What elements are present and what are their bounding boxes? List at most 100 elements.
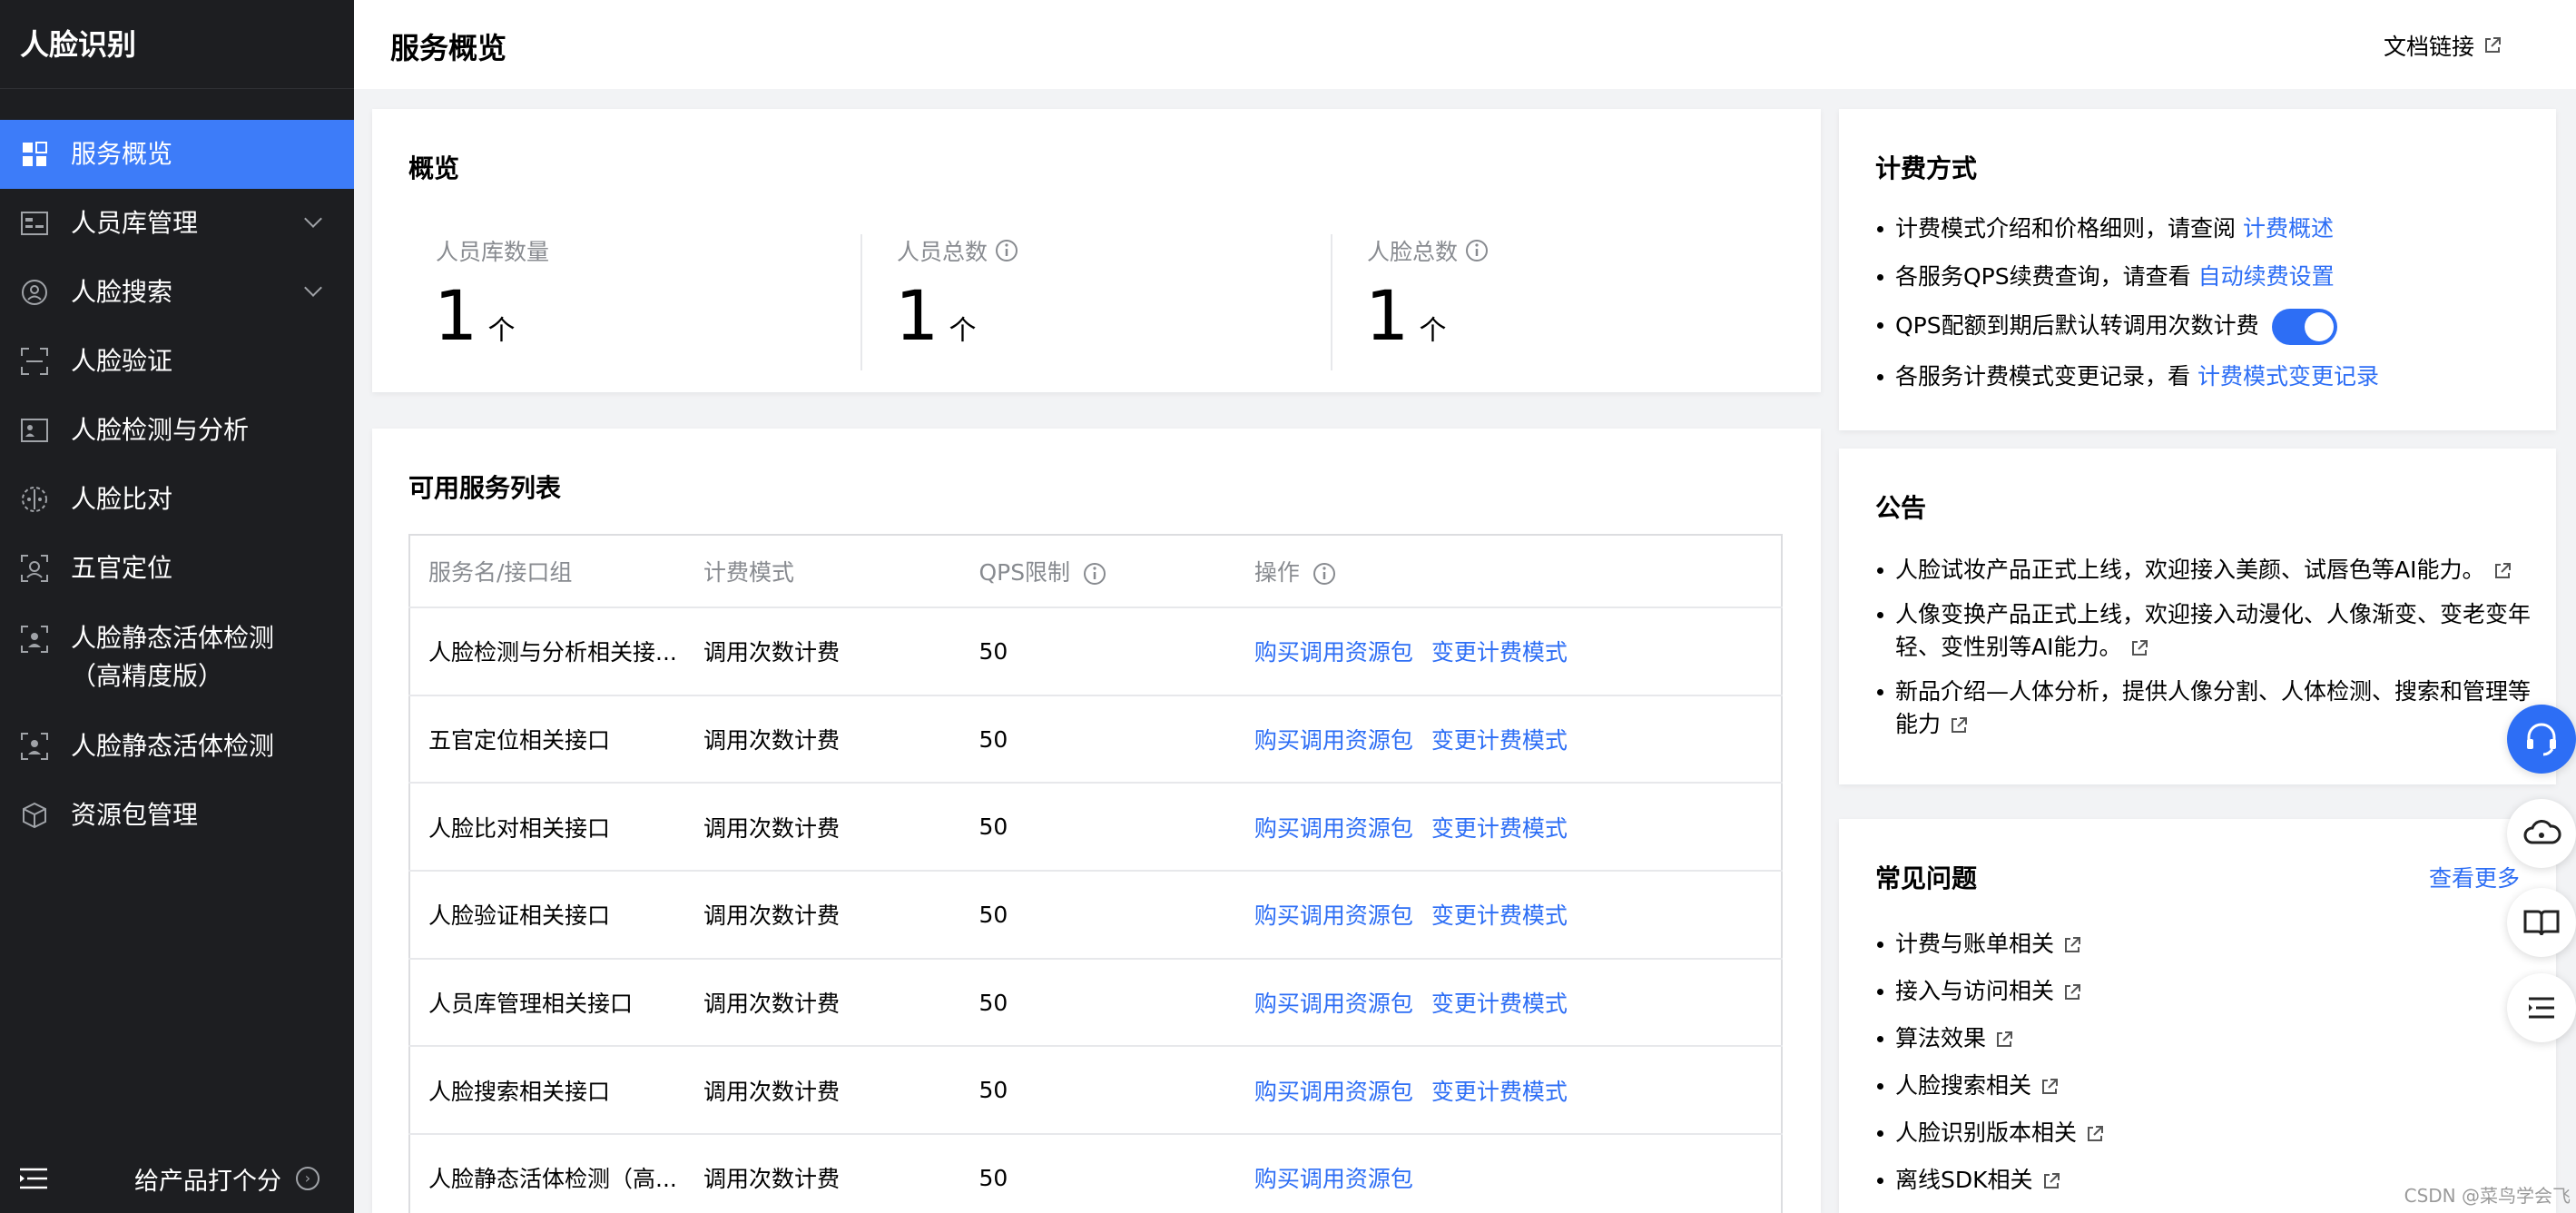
face-search-icon	[20, 278, 49, 307]
cell-qps: 50	[960, 871, 1236, 960]
table-row: 人脸静态活体检测（高... 调用次数计费 50 购买调用资源包	[409, 1134, 1782, 1213]
buy-package-link[interactable]: 购买调用资源包	[1254, 1079, 1413, 1105]
sidebar-item-face-verify[interactable]: 人脸验证	[0, 327, 354, 396]
info-icon[interactable]	[1465, 239, 1489, 262]
notice-text: 人脸试妆产品正式上线，欢迎接入美颜、试唇色等AI能力。	[1895, 557, 2485, 583]
cell-service-name: 人脸静态活体检测（高...	[409, 1134, 685, 1213]
sidebar-item-face-compare[interactable]: 人脸比对	[0, 465, 354, 534]
sidebar-item-service-overview[interactable]: 服务概览	[0, 120, 354, 189]
notice-text: 人像变换产品正式上线，欢迎接入动漫化、人像渐变、变老变年轻、变性别等AI能力。	[1895, 601, 2532, 660]
sidebar-item-liveness[interactable]: 人脸静态活体检测	[0, 712, 354, 781]
buy-package-link[interactable]: 购买调用资源包	[1254, 1166, 1413, 1192]
cell-billing: 调用次数计费	[684, 958, 961, 1048]
face-scan-icon	[20, 347, 49, 376]
sidebar-item-label-line2: （高精度版）	[71, 661, 224, 691]
cloud-helper-button[interactable]	[2507, 799, 2576, 868]
cell-billing: 调用次数计费	[684, 695, 961, 784]
change-billing-link[interactable]: 变更计费模式	[1431, 991, 1568, 1017]
buy-package-link[interactable]: 购买调用资源包	[1254, 991, 1413, 1017]
sidebar-item-label: 服务概览	[71, 139, 173, 169]
notice-item[interactable]: 新品介绍—人体分析，提供人像分割、人体检测、搜索和管理等能力	[1875, 676, 2534, 741]
faq-item[interactable]: 人脸识别版本相关	[1875, 1117, 2534, 1149]
info-icon[interactable]	[995, 239, 1018, 262]
stat-value: 1	[895, 275, 939, 356]
notice-item[interactable]: 人脸试妆产品正式上线，欢迎接入美颜、试唇色等AI能力。	[1875, 554, 2534, 587]
sidebar-item-face-search[interactable]: 人脸搜索	[0, 258, 354, 327]
change-billing-link[interactable]: 变更计费模式	[1431, 815, 1568, 842]
info-icon[interactable]	[1083, 562, 1106, 586]
cell-billing: 调用次数计费	[684, 871, 961, 960]
cell-billing: 调用次数计费	[684, 783, 961, 873]
sidebar-item-person-library[interactable]: 人员库管理	[0, 189, 354, 258]
change-billing-link[interactable]: 变更计费模式	[1431, 639, 1568, 666]
sidebar-item-label: 人脸比对	[71, 484, 173, 514]
service-list-title: 可用服务列表	[408, 473, 562, 503]
cell-qps: 50	[960, 695, 1236, 784]
faq-text: 人脸搜索相关	[1895, 1072, 2032, 1099]
buy-package-link[interactable]: 购买调用资源包	[1254, 902, 1413, 929]
billing-fallback-toggle[interactable]	[2271, 309, 2337, 345]
stat-value-wrap: 1 个	[434, 280, 515, 352]
info-icon[interactable]	[1313, 562, 1336, 586]
overview-card: 概览 人员库数量 1 个 人员总数 1 个 人脸总数 1 个	[372, 109, 1821, 392]
faq-text: 离线SDK相关	[1895, 1167, 2033, 1193]
cell-service-name: 五官定位相关接口	[409, 695, 685, 784]
change-billing-link[interactable]: 变更计费模式	[1431, 1079, 1568, 1105]
buy-package-link[interactable]: 购买调用资源包	[1254, 727, 1413, 754]
sidebar-item-face-landmark[interactable]: 五官定位	[0, 534, 354, 603]
collapse-menu-icon[interactable]	[20, 1168, 47, 1189]
stat-label: 人员库数量	[436, 239, 550, 265]
cell-service-name: 人脸比对相关接口	[409, 783, 685, 873]
billing-change-log-link[interactable]: 计费模式变更记录	[2197, 363, 2379, 390]
cell-actions: 购买调用资源包 变更计费模式	[1235, 695, 1782, 784]
stat-value: 1	[434, 275, 478, 356]
billing-list: 计费模式介绍和价格细则，请查阅 计费概述 各服务QPS续费查询，请查看 自动续费…	[1875, 212, 2534, 409]
faq-item[interactable]: 算法效果	[1875, 1022, 2534, 1055]
sidebar-item-face-detect[interactable]: 人脸检测与分析	[0, 396, 354, 465]
sidebar-item-package-management[interactable]: 资源包管理	[0, 781, 354, 850]
cell-actions: 购买调用资源包 变更计费模式	[1235, 607, 1782, 696]
compare-icon	[20, 485, 49, 514]
table-row: 人员库管理相关接口 调用次数计费 50 购买调用资源包 变更计费模式	[409, 958, 1782, 1048]
cell-billing: 调用次数计费	[684, 607, 961, 696]
sidebar-item-label: 人脸静态活体检测	[71, 731, 275, 761]
faq-item[interactable]: 接入与访问相关	[1875, 975, 2534, 1008]
stat-value: 1	[1365, 275, 1410, 356]
doc-link[interactable]: 文档链接	[2384, 29, 2502, 62]
auto-renew-settings-link[interactable]: 自动续费设置	[2198, 263, 2335, 290]
list-item-text: QPS配额到期后默认转调用次数计费	[1895, 312, 2259, 339]
sidebar-item-label: 人脸搜索	[71, 277, 173, 307]
external-link-icon	[2495, 563, 2512, 578]
notice-title: 公告	[1875, 493, 1927, 523]
column-header-qps: QPS限制	[960, 535, 1236, 608]
notice-item[interactable]: 人像变换产品正式上线，欢迎接入动漫化、人像渐变、变老变年轻、变性别等AI能力。	[1875, 598, 2534, 664]
change-billing-link[interactable]: 变更计费模式	[1431, 902, 1568, 929]
chevron-down-icon	[304, 279, 322, 297]
arrow-right-circle-icon[interactable]: ›	[296, 1167, 320, 1190]
cell-qps: 50	[960, 1046, 1236, 1136]
list-item: 各服务计费模式变更记录，看 计费模式变更记录	[1875, 360, 2534, 393]
column-header-actions: 操作	[1235, 535, 1782, 608]
rate-product-link[interactable]: 给产品打个分	[134, 1161, 281, 1197]
sidebar-item-liveness-hq[interactable]: 人脸静态活体检测 （高精度版）	[0, 603, 354, 712]
sidebar-item-label: 人脸验证	[71, 346, 173, 376]
column-header-label: 操作	[1254, 559, 1300, 586]
cell-service-name: 人脸验证相关接口	[409, 871, 685, 960]
buy-package-link[interactable]: 购买调用资源包	[1254, 815, 1413, 842]
buy-package-link[interactable]: 购买调用资源包	[1254, 639, 1413, 666]
overview-title: 概览	[408, 153, 460, 183]
sidebar-item-label: 人员库管理	[71, 208, 199, 238]
dashboard-icon	[20, 140, 49, 169]
change-billing-link[interactable]: 变更计费模式	[1431, 727, 1568, 754]
faq-more-link[interactable]: 查看更多	[2429, 861, 2520, 893]
external-link-icon	[1997, 1031, 2013, 1047]
menu-list-button[interactable]	[2507, 973, 2576, 1042]
faq-item[interactable]: 计费与账单相关	[1875, 928, 2534, 961]
docs-button[interactable]	[2507, 888, 2576, 957]
faq-item[interactable]: 人脸搜索相关	[1875, 1070, 2534, 1102]
liveness-icon	[20, 732, 49, 761]
cell-qps: 50	[960, 958, 1236, 1048]
stat-label-wrap: 人脸总数	[1367, 234, 1489, 267]
customer-service-button[interactable]	[2507, 705, 2576, 774]
billing-overview-link[interactable]: 计费概述	[2243, 215, 2334, 242]
